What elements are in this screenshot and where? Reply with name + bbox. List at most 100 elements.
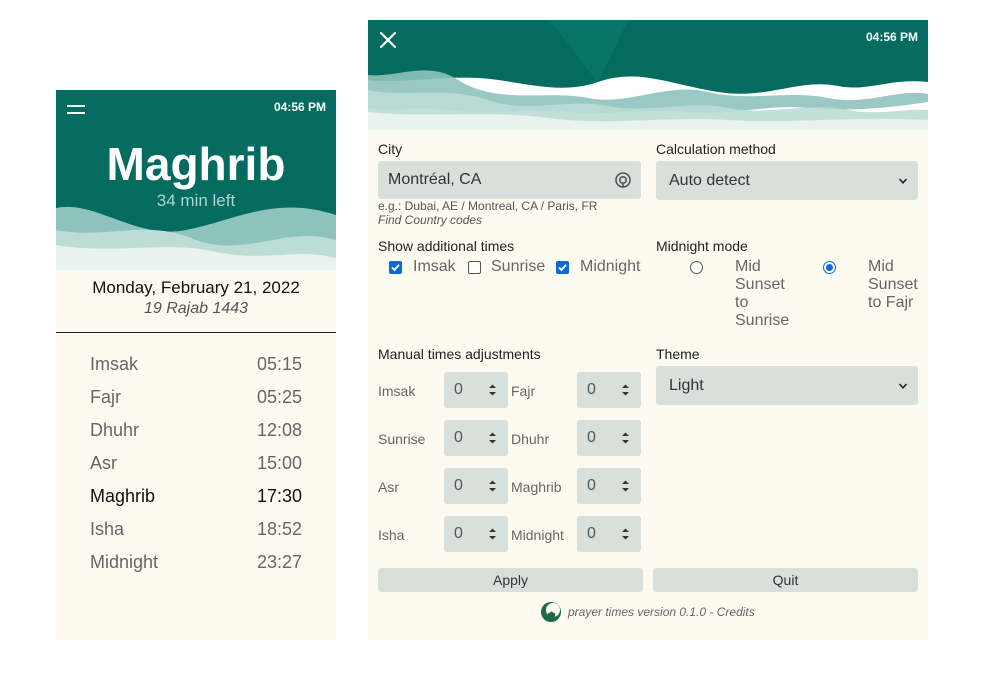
stepper-arrows-icon[interactable]: [488, 383, 497, 397]
imsak-checkbox-label: Imsak: [413, 258, 456, 275]
stepper-arrows-icon[interactable]: [488, 479, 497, 493]
prayer-time: 17:30: [256, 486, 302, 506]
adjustments-label: Manual times adjustments: [378, 346, 541, 362]
midnight-checkbox-label: Midnight: [580, 258, 641, 275]
city-input[interactable]: [378, 161, 641, 199]
sunrise-checkbox[interactable]: [468, 261, 481, 274]
stepper-arrows-icon[interactable]: [488, 431, 497, 445]
divider: [56, 332, 336, 333]
prayer-name: Fajr: [90, 387, 121, 407]
adjust-dhuhr-value: 0: [587, 429, 596, 446]
time-left: 34 min left: [156, 191, 236, 210]
mid-sunset-fajr-label: Mid Sunset to Fajr: [868, 258, 918, 311]
calculation-method-label: Calculation method: [656, 141, 776, 157]
adjust-imsak-label: Imsak: [378, 383, 416, 399]
prayer-name: Dhuhr: [90, 420, 140, 440]
prayer-time: 23:27: [256, 552, 302, 572]
prayer-name: Isha: [90, 519, 125, 539]
adjust-maghrib-value: 0: [587, 477, 596, 494]
prayer-time: 12:08: [256, 420, 302, 440]
header-waves: [368, 20, 928, 130]
prayer-row-maghrib: Maghrib 17:30: [90, 480, 302, 513]
mid-sunset-fajr-radio[interactable]: [823, 261, 836, 274]
adjust-isha-label: Isha: [378, 527, 405, 543]
prayer-name: Imsak: [90, 354, 139, 374]
adjust-imsak-value: 0: [454, 381, 463, 398]
quit-button[interactable]: Quit: [653, 568, 918, 592]
prayer-row-imsak: Imsak 05:15: [90, 348, 302, 381]
city-label: City: [378, 141, 403, 157]
prayer-name: Asr: [90, 453, 117, 473]
adjust-midnight-label: Midnight: [511, 527, 564, 543]
adjust-asr-value: 0: [454, 477, 463, 494]
midnight-checkbox[interactable]: [556, 261, 569, 274]
prayer-row-fajr: Fajr 05:25: [90, 381, 302, 414]
calculation-method-select[interactable]: Auto detect: [656, 161, 918, 200]
adjust-sunrise-label: Sunrise: [378, 431, 426, 447]
adjust-dhuhr-stepper[interactable]: 0: [577, 420, 641, 456]
adjust-dhuhr-label: Dhuhr: [511, 431, 550, 447]
prayer-name: Midnight: [90, 552, 159, 572]
chevron-down-icon: [898, 177, 908, 184]
adjust-sunrise-value: 0: [454, 429, 463, 446]
date-block: Monday, February 21, 2022 19 Rajab 1443: [56, 278, 336, 318]
prayer-time: 15:00: [256, 453, 302, 473]
prayer-row-asr: Asr 15:00: [90, 447, 302, 480]
theme-label: Theme: [656, 346, 700, 362]
chevron-down-icon: [898, 382, 908, 389]
imsak-checkbox[interactable]: [389, 261, 402, 274]
settings-panel: 04:56 PM City e.g.: Dubai, AE / Montreal…: [368, 20, 928, 640]
prayer-time: 05:25: [256, 387, 302, 407]
adjust-fajr-stepper[interactable]: 0: [577, 372, 641, 408]
adjust-asr-label: Asr: [378, 479, 399, 495]
prayer-time: 05:15: [256, 354, 302, 374]
city-hint: e.g.: Dubai, AE / Montreal, CA / Paris, …: [378, 199, 598, 213]
theme-value: Light: [669, 376, 704, 394]
prayer-name: Maghrib: [90, 486, 156, 506]
stepper-arrows-icon[interactable]: [621, 431, 630, 445]
mid-sunset-sunrise-radio[interactable]: [690, 261, 703, 274]
adjust-asr-stepper[interactable]: 0: [444, 468, 508, 504]
footer-text: prayer times version 0.1.0 -: [568, 605, 714, 619]
country-codes-link[interactable]: Find Country codes: [378, 213, 482, 227]
additional-times-label: Show additional times: [378, 238, 515, 254]
app-logo-icon: [541, 602, 561, 622]
prayer-header: 04:56 PM Maghrib 34 min left: [56, 90, 336, 270]
prayer-list: Imsak 05:15 Fajr 05:25 Dhuhr 12:08 Asr 1…: [90, 348, 302, 579]
clock-time: 04:56 PM: [273, 100, 326, 114]
menu-icon[interactable]: [67, 103, 85, 117]
adjust-imsak-stepper[interactable]: 0: [444, 372, 508, 408]
adjust-isha-value: 0: [454, 525, 463, 542]
theme-select[interactable]: Light: [656, 366, 918, 405]
locate-icon[interactable]: [614, 171, 632, 189]
clock-time: 04:56 PM: [865, 30, 918, 44]
mid-sunset-sunrise-label: Mid Sunset to Sunrise: [735, 258, 790, 329]
credits-link[interactable]: Credits: [717, 605, 755, 619]
midnight-mode-label: Midnight mode: [656, 238, 748, 254]
stepper-arrows-icon[interactable]: [621, 527, 630, 541]
prayer-times-panel: 04:56 PM Maghrib 34 min left Monday, Feb…: [56, 90, 336, 640]
hijri-date: 19 Rajab 1443: [143, 300, 249, 317]
adjust-maghrib-stepper[interactable]: 0: [577, 468, 641, 504]
close-icon[interactable]: [378, 30, 398, 50]
adjust-isha-stepper[interactable]: 0: [444, 516, 508, 552]
adjust-fajr-value: 0: [587, 381, 596, 398]
stepper-arrows-icon[interactable]: [621, 479, 630, 493]
stepper-arrows-icon[interactable]: [621, 383, 630, 397]
calculation-method-value: Auto detect: [669, 171, 750, 189]
apply-button[interactable]: Apply: [378, 568, 643, 592]
adjust-midnight-value: 0: [587, 525, 596, 542]
gregorian-date: Monday, February 21, 2022: [92, 278, 300, 297]
prayer-row-dhuhr: Dhuhr 12:08: [90, 414, 302, 447]
adjust-midnight-stepper[interactable]: 0: [577, 516, 641, 552]
adjust-maghrib-label: Maghrib: [511, 479, 562, 495]
prayer-time: 18:52: [256, 519, 302, 539]
prayer-row-isha: Isha 18:52: [90, 513, 302, 546]
current-prayer-name: Maghrib: [106, 138, 286, 190]
settings-header: 04:56 PM: [368, 20, 928, 130]
footer: prayer times version 0.1.0 - Credits: [540, 601, 755, 623]
stepper-arrows-icon[interactable]: [488, 527, 497, 541]
prayer-row-midnight: Midnight 23:27: [90, 546, 302, 579]
adjust-sunrise-stepper[interactable]: 0: [444, 420, 508, 456]
sunrise-checkbox-label: Sunrise: [491, 258, 546, 275]
